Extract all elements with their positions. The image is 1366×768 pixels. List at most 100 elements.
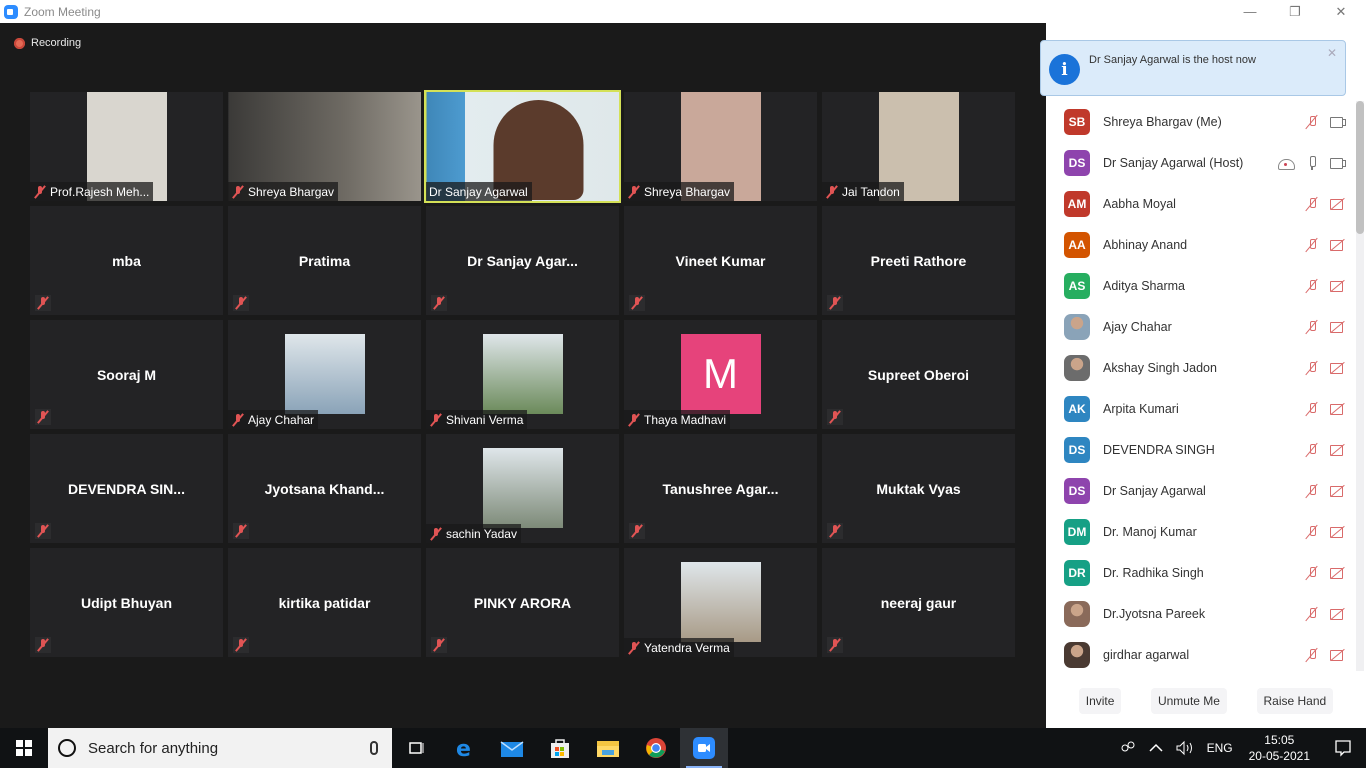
participant-tile[interactable]: Preeti Rathore xyxy=(822,206,1015,315)
participant-row[interactable]: DS Dr Sanjay Agarwal xyxy=(1046,470,1352,511)
zoom-taskbar-button[interactable] xyxy=(680,728,728,768)
scrollbar-thumb[interactable] xyxy=(1356,101,1364,234)
close-icon[interactable]: ✕ xyxy=(1327,46,1337,60)
recording-indicator[interactable]: Recording xyxy=(14,37,81,49)
participant-row[interactable]: Akshay Singh Jadon xyxy=(1046,347,1352,388)
chrome-icon xyxy=(646,738,666,758)
participant-name: Preeti Rathore xyxy=(870,252,967,269)
participant-tile[interactable]: Shivani Verma xyxy=(426,320,619,429)
participant-name: Dr. Manoj Kumar xyxy=(1103,524,1197,539)
mic-muted-icon[interactable] xyxy=(1304,484,1320,498)
edge-button[interactable]: e xyxy=(440,728,488,768)
participant-tile[interactable]: Prof.Rajesh Meh... xyxy=(30,92,223,201)
unmute-me-button[interactable]: Unmute Me xyxy=(1150,687,1227,714)
people-icon[interactable] xyxy=(1113,740,1143,756)
muted-mic-icon xyxy=(627,413,641,427)
clock[interactable]: 15:05 20-05-2021 xyxy=(1239,732,1320,764)
participant-tile[interactable]: DEVENDRA SIN... xyxy=(30,434,223,543)
participant-name: Shreya Bhargav (Me) xyxy=(1103,114,1222,129)
participant-tile[interactable]: Shreya Bhargav xyxy=(228,92,421,201)
participant-tile[interactable]: Jyotsana Khand... xyxy=(228,434,421,543)
participant-row[interactable]: Ajay Chahar xyxy=(1046,306,1352,347)
participant-row[interactable]: DS Dr Sanjay Agarwal (Host) xyxy=(1046,142,1352,183)
participant-row[interactable]: DM Dr. Manoj Kumar xyxy=(1046,511,1352,552)
restore-button[interactable]: ❐ xyxy=(1272,0,1318,23)
mic-muted-icon[interactable] xyxy=(1304,525,1320,539)
participant-tile[interactable]: Udipt Bhuyan xyxy=(30,548,223,657)
participant-photo xyxy=(1064,354,1090,381)
participant-name: mba xyxy=(112,252,141,269)
participant-tile[interactable]: neeraj gaur xyxy=(822,548,1015,657)
participant-name: Sooraj M xyxy=(96,366,157,383)
participant-name: Jyotsana Khand... xyxy=(264,480,385,497)
participant-tile[interactable]: Vineet Kumar xyxy=(624,206,817,315)
participant-tile[interactable]: sachin Yadav xyxy=(426,434,619,543)
store-button[interactable] xyxy=(536,728,584,768)
mic-muted-icon[interactable] xyxy=(1304,197,1320,211)
raise-hand-button[interactable]: Raise Hand xyxy=(1256,687,1334,714)
participant-row[interactable]: DS DEVENDRA SINGH xyxy=(1046,429,1352,470)
participant-tile[interactable]: Muktak Vyas xyxy=(822,434,1015,543)
participant-row[interactable]: DR Dr. Radhika Singh xyxy=(1046,552,1352,593)
participant-row[interactable]: Dr.Jyotsna Pareek xyxy=(1046,593,1352,634)
participant-tile[interactable]: Ajay Chahar xyxy=(228,320,421,429)
muted-mic-icon xyxy=(827,295,843,311)
participant-status-icons xyxy=(1304,101,1346,142)
video-grid: Prof.Rajesh Meh... Shreya Bhargav Dr Sanja… xyxy=(30,90,1015,657)
participant-tile[interactable]: Shreya Bhargav xyxy=(624,92,817,201)
participant-name: Supreet Oberoi xyxy=(867,366,970,383)
mic-muted-icon[interactable] xyxy=(1304,238,1320,252)
invite-button[interactable]: Invite xyxy=(1078,687,1122,714)
participant-tile[interactable]: Dr Sanjay Agar... xyxy=(426,206,619,315)
participant-tile[interactable]: kirtika patidar xyxy=(228,548,421,657)
minimize-button[interactable]: — xyxy=(1227,0,1273,23)
participants-scrollbar[interactable] xyxy=(1356,101,1364,671)
taskbar-search[interactable]: Search for anything xyxy=(48,728,392,768)
action-center-icon[interactable] xyxy=(1320,739,1366,757)
mic-muted-icon[interactable] xyxy=(1304,566,1320,580)
file-explorer-icon xyxy=(597,741,619,757)
participant-tile[interactable]: Pratima xyxy=(228,206,421,315)
participant-row[interactable]: AM Aabha Moyal xyxy=(1046,183,1352,224)
windows-taskbar: Search for anything e ENG 15:05 20-05-20 xyxy=(0,728,1366,768)
participant-tile[interactable]: Dr Sanjay Agarwal xyxy=(424,90,621,203)
participant-tile[interactable]: M Thaya Madhavi xyxy=(624,320,817,429)
participant-tile[interactable]: Supreet Oberoi xyxy=(822,320,1015,429)
participant-tile[interactable]: Tanushree Agar... xyxy=(624,434,817,543)
mic-muted-icon[interactable] xyxy=(1304,443,1320,457)
participant-tile[interactable]: PINKY ARORA xyxy=(426,548,619,657)
mic-muted-icon[interactable] xyxy=(1304,361,1320,375)
chrome-button[interactable] xyxy=(632,728,680,768)
participant-row[interactable]: girdhar agarwal xyxy=(1046,634,1352,675)
participant-tile[interactable]: Sooraj M xyxy=(30,320,223,429)
participant-name: Dr. Radhika Singh xyxy=(1103,565,1204,580)
participant-tile[interactable]: Yatendra Verma xyxy=(624,548,817,657)
mic-muted-icon[interactable] xyxy=(1304,648,1320,662)
participant-tile[interactable]: Jai Tandon xyxy=(822,92,1015,201)
participant-avatar: DR xyxy=(1064,559,1090,586)
participant-row[interactable]: AA Abhinay Anand xyxy=(1046,224,1352,265)
zoom-app-icon xyxy=(4,4,18,19)
mic-muted-icon[interactable] xyxy=(1304,320,1320,334)
mic-muted-icon[interactable] xyxy=(1304,607,1320,621)
participant-name: neeraj gaur xyxy=(880,594,957,611)
microphone-icon[interactable] xyxy=(370,741,378,755)
show-hidden-icons-chevron[interactable] xyxy=(1143,743,1169,753)
mic-muted-icon[interactable] xyxy=(1304,402,1320,416)
participant-row[interactable]: AK Arpita Kumari xyxy=(1046,388,1352,429)
participant-photo xyxy=(284,334,365,414)
task-view-button[interactable] xyxy=(392,728,440,768)
participant-tile[interactable]: mba xyxy=(30,206,223,315)
close-button[interactable]: ✕ xyxy=(1318,0,1364,23)
participant-row[interactable]: AS Aditya Sharma xyxy=(1046,265,1352,306)
mic-muted-icon[interactable] xyxy=(1304,279,1320,293)
mail-button[interactable] xyxy=(488,728,536,768)
volume-icon[interactable] xyxy=(1169,740,1201,756)
mic-muted-icon[interactable] xyxy=(1304,115,1320,129)
start-button[interactable] xyxy=(0,728,48,768)
file-explorer-button[interactable] xyxy=(584,728,632,768)
participant-label: Prof.Rajesh Meh... xyxy=(30,182,154,201)
language-indicator[interactable]: ENG xyxy=(1201,741,1239,755)
mic-icon[interactable] xyxy=(1304,155,1320,170)
participant-row[interactable]: SB Shreya Bhargav (Me) xyxy=(1046,101,1352,142)
